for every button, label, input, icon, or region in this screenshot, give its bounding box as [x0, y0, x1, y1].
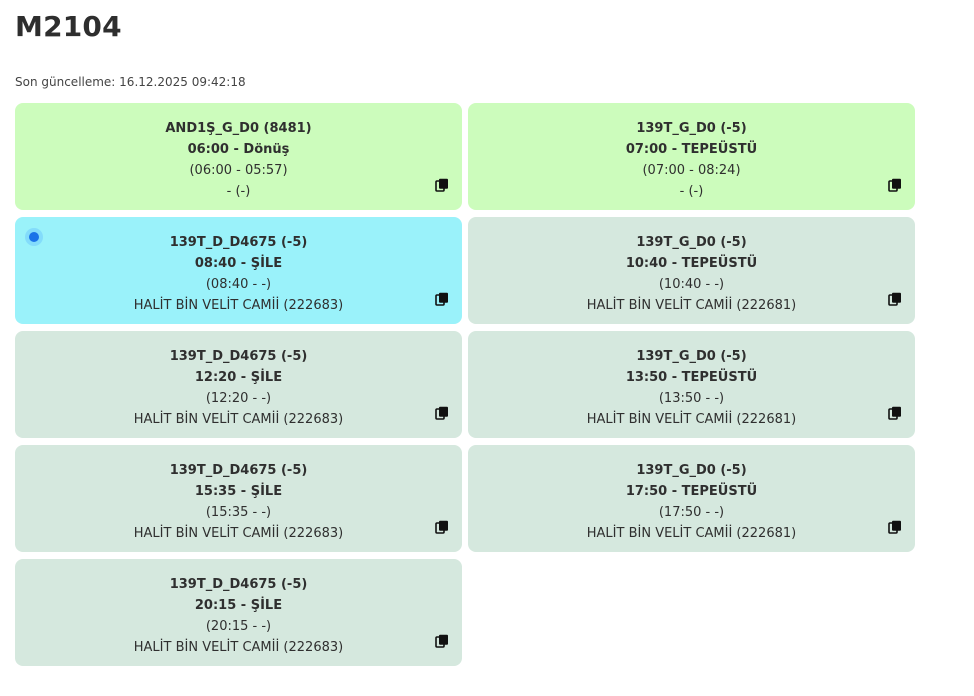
trip-time-destination: 17:50 - TEPEÜSTÜ: [625, 484, 758, 499]
trip-time-destination: 07:00 - TEPEÜSTÜ: [625, 142, 758, 157]
page: M2104 Son güncelleme: 16.12.2025 09:42:1…: [0, 0, 974, 696]
trip-route-code: AND1Ş_G_D0 (8481): [165, 121, 312, 136]
trip-card[interactable]: 139T_G_D0 (-5) 10:40 - TEPEÜSTÜ (10:40 -…: [468, 217, 915, 324]
copy-icon[interactable]: [888, 178, 902, 192]
trip-time-range: (17:50 - -): [658, 505, 725, 520]
trip-card[interactable]: 139T_G_D0 (-5) 13:50 - TEPEÜSTÜ (13:50 -…: [468, 331, 915, 438]
trip-time-range: (06:00 - 05:57): [189, 163, 288, 178]
trip-route-code: 139T_G_D0 (-5): [636, 463, 747, 478]
trip-stop: HALİT BİN VELİT CAMİİ (222681): [586, 526, 797, 541]
trip-stop: HALİT BİN VELİT CAMİİ (222681): [586, 298, 797, 313]
trip-route-code: 139T_D_D4675 (-5): [169, 349, 308, 364]
trip-route-code: 139T_G_D0 (-5): [636, 121, 747, 136]
copy-icon[interactable]: [435, 178, 449, 192]
trip-route-code: 139T_D_D4675 (-5): [169, 577, 308, 592]
trip-card[interactable]: 139T_D_D4675 (-5) 20:15 - ŞİLE (20:15 - …: [15, 559, 462, 666]
trip-time-range: (13:50 - -): [658, 391, 725, 406]
trip-time-destination: 06:00 - Dönüş: [187, 142, 290, 157]
trip-stop: HALİT BİN VELİT CAMİİ (222681): [586, 412, 797, 427]
copy-icon[interactable]: [435, 520, 449, 534]
copy-icon[interactable]: [888, 406, 902, 420]
copy-icon[interactable]: [888, 520, 902, 534]
trip-stop: - (-): [226, 184, 251, 199]
trip-time-destination: 12:20 - ŞİLE: [194, 370, 283, 385]
trip-stop: HALİT BİN VELİT CAMİİ (222683): [133, 640, 344, 655]
trip-time-destination: 08:40 - ŞİLE: [194, 256, 283, 271]
trip-time-range: (10:40 - -): [658, 277, 725, 292]
copy-icon[interactable]: [435, 406, 449, 420]
trip-time-destination: 20:15 - ŞİLE: [194, 598, 283, 613]
trip-card[interactable]: 139T_D_D4675 (-5) 15:35 - ŞİLE (15:35 - …: [15, 445, 462, 552]
trip-card[interactable]: 139T_D_D4675 (-5) 12:20 - ŞİLE (12:20 - …: [15, 331, 462, 438]
trip-time-range: (07:00 - 08:24): [642, 163, 741, 178]
trip-stop: HALİT BİN VELİT CAMİİ (222683): [133, 298, 344, 313]
trip-route-code: 139T_G_D0 (-5): [636, 349, 747, 364]
trip-card[interactable]: AND1Ş_G_D0 (8481) 06:00 - Dönüş (06:00 -…: [15, 103, 462, 210]
trip-card[interactable]: 139T_G_D0 (-5) 07:00 - TEPEÜSTÜ (07:00 -…: [468, 103, 915, 210]
copy-icon[interactable]: [435, 292, 449, 306]
trip-time-range: (15:35 - -): [205, 505, 272, 520]
copy-icon[interactable]: [888, 292, 902, 306]
trip-time-destination: 15:35 - ŞİLE: [194, 484, 283, 499]
trip-route-code: 139T_D_D4675 (-5): [169, 235, 308, 250]
trip-card-active[interactable]: 139T_D_D4675 (-5) 08:40 - ŞİLE (08:40 - …: [15, 217, 462, 324]
trip-stop: HALİT BİN VELİT CAMİİ (222683): [133, 526, 344, 541]
trip-stop: - (-): [679, 184, 704, 199]
trip-route-code: 139T_G_D0 (-5): [636, 235, 747, 250]
active-indicator-dot-icon: [25, 228, 43, 246]
page-title: M2104: [15, 10, 122, 43]
trip-time-range: (08:40 - -): [205, 277, 272, 292]
trip-time-range: (12:20 - -): [205, 391, 272, 406]
last-updated-text: Son güncelleme: 16.12.2025 09:42:18: [15, 75, 246, 89]
trip-time-destination: 13:50 - TEPEÜSTÜ: [625, 370, 758, 385]
trip-time-range: (20:15 - -): [205, 619, 272, 634]
trip-time-destination: 10:40 - TEPEÜSTÜ: [625, 256, 758, 271]
trip-stop: HALİT BİN VELİT CAMİİ (222683): [133, 412, 344, 427]
copy-icon[interactable]: [435, 634, 449, 648]
trip-route-code: 139T_D_D4675 (-5): [169, 463, 308, 478]
trip-card-grid: AND1Ş_G_D0 (8481) 06:00 - Dönüş (06:00 -…: [15, 103, 915, 666]
trip-card[interactable]: 139T_G_D0 (-5) 17:50 - TEPEÜSTÜ (17:50 -…: [468, 445, 915, 552]
